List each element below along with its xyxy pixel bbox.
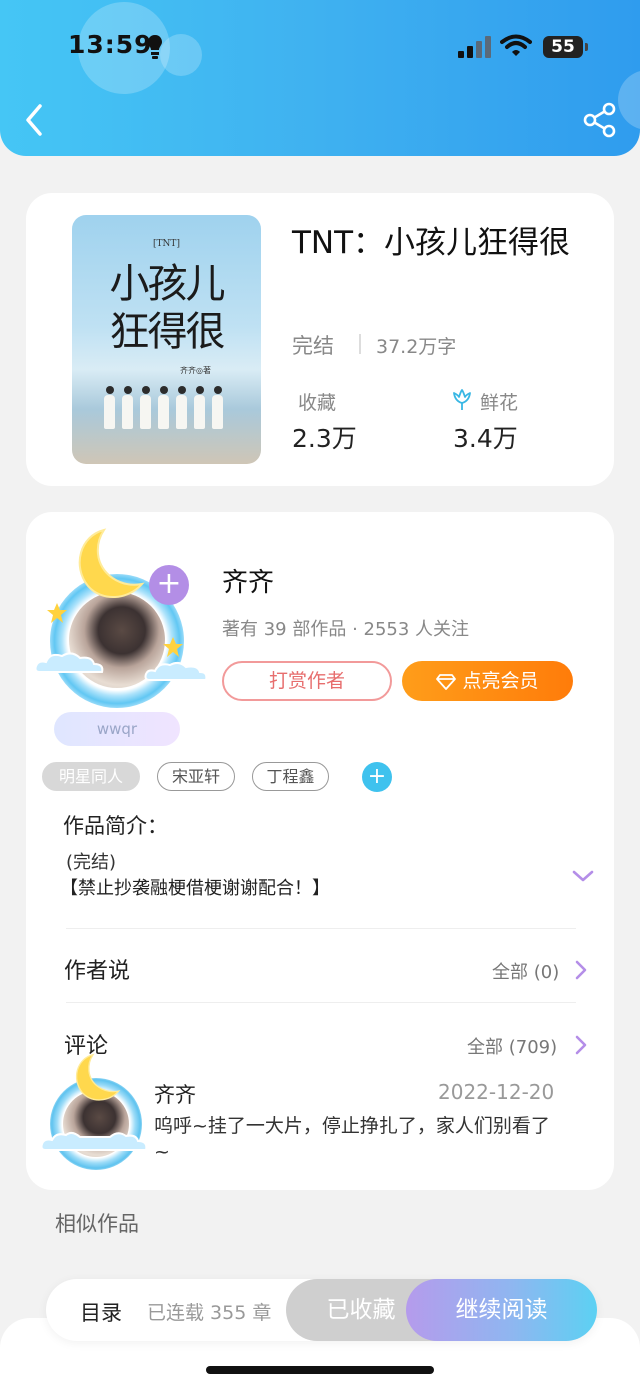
author-nickname-tag: wwqr bbox=[54, 712, 180, 746]
cover-author: 齐齐◎著 bbox=[180, 366, 211, 375]
flowers-label: 鲜花 bbox=[480, 392, 519, 414]
tag-category[interactable]: 明星同人 bbox=[42, 762, 140, 791]
intro-line: 【禁止抄袭融梗借梗谢谢配合！】 bbox=[60, 878, 330, 899]
cover-title-line2: 狂得很 bbox=[109, 309, 226, 355]
tip-author-button[interactable]: 打赏作者 bbox=[222, 661, 392, 701]
follow-plus-badge[interactable]: + bbox=[149, 565, 189, 605]
home-indicator bbox=[206, 1366, 434, 1374]
author-detail-card: + wwqr 齐齐 著有 39 部作品 · 2553 人关注 打赏作者 点亮会员… bbox=[26, 512, 614, 1190]
divider bbox=[66, 1002, 576, 1003]
author-avatar[interactable]: + wwqr bbox=[34, 522, 208, 746]
flower-icon bbox=[453, 389, 471, 410]
comment-date: 2022-12-20 bbox=[438, 1080, 555, 1104]
favorites-label: 收藏 bbox=[298, 392, 337, 414]
chevron-down-icon[interactable] bbox=[572, 868, 594, 884]
author-meta: 著有 39 部作品 · 2553 人关注 bbox=[222, 619, 470, 640]
add-tag-button[interactable]: + bbox=[362, 762, 392, 792]
battery-icon: 55 bbox=[543, 36, 588, 58]
cloud-icon bbox=[40, 1131, 148, 1151]
commenter-name[interactable]: 齐齐 bbox=[154, 1079, 196, 1109]
diamond-icon bbox=[436, 674, 457, 690]
comments-more-link[interactable]: 全部 (709) bbox=[467, 1033, 557, 1059]
divider bbox=[359, 334, 361, 354]
star-icon bbox=[163, 637, 183, 657]
book-status: 完结 bbox=[292, 334, 334, 358]
comment-text[interactable]: 呜呼~挂了一大片，停止挣扎了，家人们别看了~ bbox=[154, 1113, 564, 1165]
star-icon bbox=[47, 603, 67, 623]
author-name[interactable]: 齐齐 bbox=[222, 562, 274, 599]
moon-icon bbox=[75, 1053, 121, 1101]
author-says-more-link[interactable]: 全部 (0) bbox=[492, 958, 559, 984]
divider bbox=[66, 928, 576, 929]
book-word-count: 37.2万字 bbox=[376, 336, 457, 358]
bottom-action-bar: 目录 已连载 355 章 已收藏 继续阅读 bbox=[46, 1279, 597, 1341]
toc-button[interactable]: 目录 bbox=[80, 1297, 122, 1327]
continue-reading-button[interactable]: 继续阅读 bbox=[406, 1279, 597, 1341]
author-says-title: 作者说 bbox=[64, 959, 131, 984]
book-info-card: [TNT] 小孩儿 狂得很 齐齐◎著 TNT：小孩儿狂得很 完结 37.2万字 … bbox=[26, 193, 614, 486]
cover-figures bbox=[100, 381, 240, 429]
cloud-icon bbox=[34, 652, 104, 673]
favorites-value: 2.3万 bbox=[292, 424, 357, 453]
tag-character[interactable]: 宋亚轩 bbox=[157, 762, 235, 791]
top-header: 13:59 55 bbox=[0, 0, 640, 156]
share-button[interactable] bbox=[582, 102, 618, 138]
book-title: TNT：小孩儿狂得很 bbox=[292, 225, 571, 261]
similar-works-title: 相似作品 bbox=[55, 1212, 139, 1236]
book-cover[interactable]: [TNT] 小孩儿 狂得很 齐齐◎著 bbox=[72, 215, 261, 464]
signal-icon bbox=[458, 36, 492, 58]
activate-vip-button[interactable]: 点亮会员 bbox=[402, 661, 573, 701]
chapter-count[interactable]: 已连载 355 章 bbox=[147, 1298, 271, 1325]
lightbulb-icon bbox=[148, 35, 162, 59]
wifi-icon bbox=[500, 34, 532, 56]
chevron-right-icon[interactable] bbox=[574, 959, 588, 981]
decor-bubble bbox=[160, 34, 202, 76]
status-time: 13:59 bbox=[68, 30, 153, 59]
intro-title: 作品简介： bbox=[63, 814, 168, 838]
cover-series-tag: [TNT] bbox=[153, 239, 180, 249]
flowers-value: 3.4万 bbox=[453, 424, 518, 453]
cloud-icon bbox=[144, 661, 208, 681]
vip-button-label: 点亮会员 bbox=[462, 670, 539, 692]
moon-icon bbox=[78, 528, 145, 599]
back-button[interactable] bbox=[20, 100, 50, 140]
chevron-right-icon[interactable] bbox=[574, 1034, 588, 1056]
intro-line: (完结) bbox=[66, 852, 117, 873]
tag-character[interactable]: 丁程鑫 bbox=[252, 762, 329, 791]
decor-bubble bbox=[618, 70, 640, 130]
